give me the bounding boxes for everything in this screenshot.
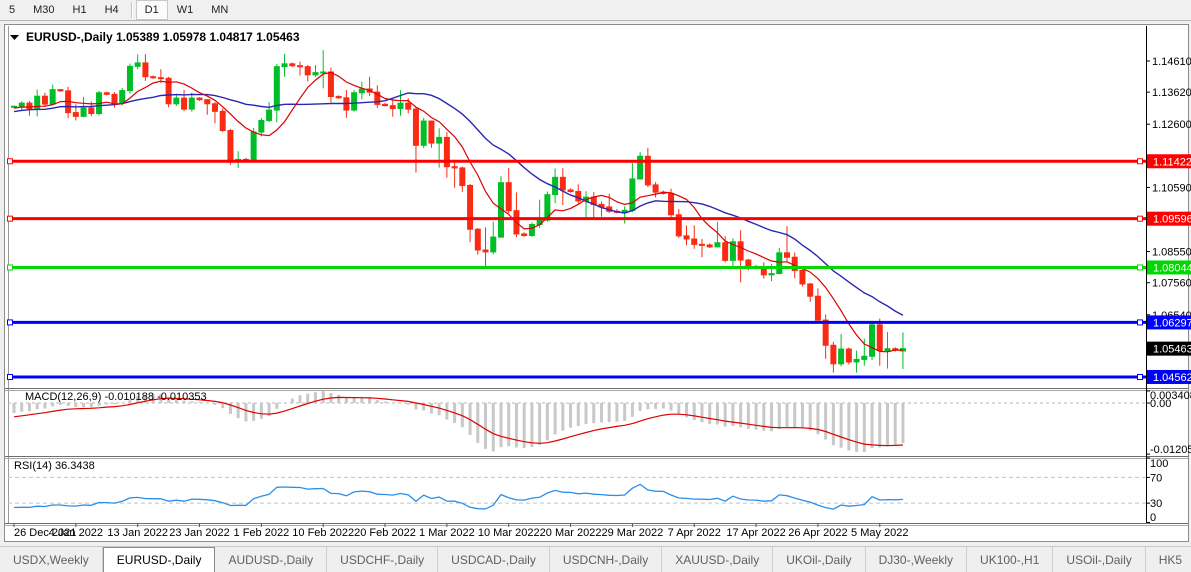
- svg-text:29 Mar 2022: 29 Mar 2022: [602, 527, 664, 539]
- svg-text:1.11422: 1.11422: [1153, 156, 1191, 168]
- price-tag-1.05463: 1.05463: [1147, 342, 1191, 356]
- svg-text:26 Apr 2022: 26 Apr 2022: [788, 527, 847, 539]
- svg-text:0: 0: [1150, 512, 1156, 524]
- symbol-tab-usdcad-daily[interactable]: USDCAD-,Daily: [438, 547, 550, 572]
- svg-text:1.13620: 1.13620: [1152, 87, 1191, 99]
- svg-text:1.07560: 1.07560: [1152, 278, 1191, 290]
- svg-text:20 Mar 2022: 20 Mar 2022: [540, 527, 602, 539]
- svg-text:10 Mar 2022: 10 Mar 2022: [478, 527, 540, 539]
- symbol-tab-xauusd-daily[interactable]: XAUUSD-,Daily: [662, 547, 773, 572]
- symbol-tab-usoil-daily[interactable]: USOil-,Daily: [1053, 547, 1145, 572]
- symbol-tab-audusd-daily[interactable]: AUDUSD-,Daily: [215, 547, 327, 572]
- svg-text:-0.012053: -0.012053: [1150, 444, 1191, 456]
- svg-text:1.09596: 1.09596: [1153, 214, 1191, 226]
- rsi-indicator-label: RSI(14) 36.3438: [14, 460, 95, 472]
- chart-canvas[interactable]: 1.14610 1.13620 1.12600 1.10590 1.08550 1.075…: [0, 0, 1191, 571]
- timeframe-button-MN[interactable]: MN: [202, 0, 237, 20]
- timeframe-button-W1[interactable]: W1: [168, 0, 203, 20]
- symbol-tab-bar: USDX,WeeklyEURUSD-,DailyAUDUSD-,DailyUSD…: [0, 546, 1191, 572]
- symbol-tab-usdcnh-daily[interactable]: USDCNH-,Daily: [550, 547, 662, 572]
- symbol-tab-dj30-weekly[interactable]: DJ30-,Weekly: [866, 547, 967, 572]
- info-ohlc-values: 1.05389 1.05978 1.04817 1.05463: [116, 30, 300, 44]
- svg-text:1.08550: 1.08550: [1152, 247, 1191, 259]
- symbol-tab-ukoil-daily[interactable]: UKOil-,Daily: [773, 547, 865, 572]
- svg-text:100: 100: [1150, 458, 1168, 470]
- svg-text:1.10590: 1.10590: [1152, 182, 1191, 194]
- svg-text:20 Feb 2022: 20 Feb 2022: [354, 527, 416, 539]
- timeframe-toolbar: 5M30H1H4 D1W1MN: [0, 0, 1191, 21]
- timeframe-button-D1[interactable]: D1: [136, 0, 168, 20]
- price-tag-1.06297: 1.06297: [1147, 315, 1191, 329]
- symbol-tab-usdchf-daily[interactable]: USDCHF-,Daily: [327, 547, 438, 572]
- timeframe-button-H4[interactable]: H4: [96, 0, 128, 20]
- price-tag-1.08044: 1.08044: [1147, 260, 1191, 274]
- svg-text:1.05463: 1.05463: [1153, 344, 1191, 356]
- toolbar-separator: [131, 2, 133, 18]
- svg-text:1 Feb 2022: 1 Feb 2022: [234, 527, 290, 539]
- svg-text:5 May 2022: 5 May 2022: [851, 527, 908, 539]
- svg-text:70: 70: [1150, 472, 1162, 484]
- macd-indicator-label: MACD(12,26,9) -0.010188 -0.010353: [25, 391, 207, 403]
- symbol-tab-usdx-weekly[interactable]: USDX,Weekly: [0, 547, 103, 572]
- svg-text:23 Jan 2022: 23 Jan 2022: [169, 527, 230, 539]
- timeframe-button-H1[interactable]: H1: [64, 0, 96, 20]
- timeframe-button-M30[interactable]: M30: [24, 0, 63, 20]
- svg-text:10 Feb 2022: 10 Feb 2022: [292, 527, 354, 539]
- svg-text:4 Jan 2022: 4 Jan 2022: [49, 527, 103, 539]
- svg-text:17 Apr 2022: 17 Apr 2022: [726, 527, 785, 539]
- symbol-tab-eurusd-daily[interactable]: EURUSD-,Daily: [103, 547, 216, 572]
- svg-text:1.04562: 1.04562: [1153, 372, 1191, 384]
- price-tag-1.09596: 1.09596: [1147, 212, 1191, 226]
- symbol-tab-uk100-h1[interactable]: UK100-,H1: [967, 547, 1053, 572]
- price-tag-1.11422: 1.11422: [1147, 154, 1191, 168]
- ohlc-info-line: EURUSD-,Daily 1.05389 1.05978 1.04817 1.…: [10, 30, 300, 44]
- svg-text:13 Jan 2022: 13 Jan 2022: [107, 527, 168, 539]
- svg-text:0.00: 0.00: [1150, 398, 1171, 410]
- svg-text:1.12600: 1.12600: [1152, 119, 1191, 131]
- svg-text:1.14610: 1.14610: [1152, 56, 1191, 68]
- svg-text:1.08044: 1.08044: [1153, 262, 1191, 274]
- svg-text:7 Apr 2022: 7 Apr 2022: [668, 527, 721, 539]
- price-tag-1.04562: 1.04562: [1147, 370, 1191, 384]
- svg-text:30: 30: [1150, 498, 1162, 510]
- svg-text:1 Mar 2022: 1 Mar 2022: [419, 527, 475, 539]
- timeframe-button-5[interactable]: 5: [0, 0, 24, 20]
- symbol-tab-hk5[interactable]: HK5: [1146, 547, 1191, 572]
- svg-text:1.06297: 1.06297: [1153, 317, 1191, 329]
- info-symbol-label: EURUSD-,Daily: [26, 30, 113, 44]
